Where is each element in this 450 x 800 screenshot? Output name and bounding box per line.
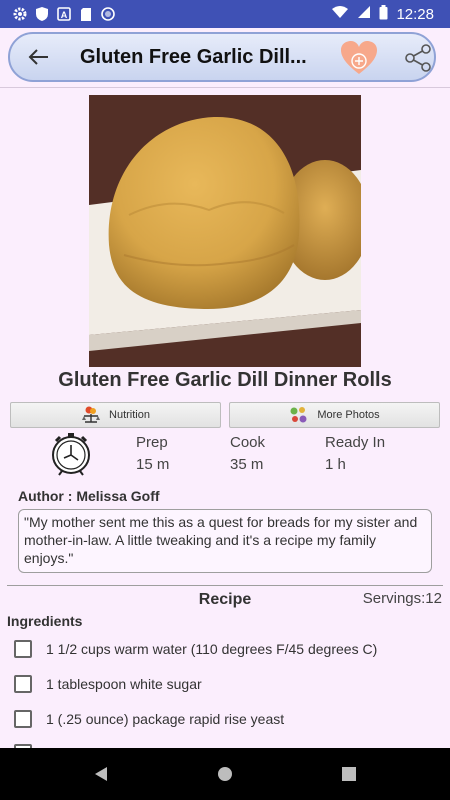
recipe-photo[interactable] bbox=[89, 95, 361, 367]
author-name: Author : Melissa Goff bbox=[18, 488, 160, 504]
ready-label: Ready In bbox=[325, 434, 386, 451]
more-photos-label: More Photos bbox=[317, 409, 380, 421]
prep-time: Prep 15 m bbox=[136, 434, 169, 478]
ingredient-checkbox[interactable] bbox=[14, 710, 32, 728]
app-toolbar: Gluten Free Garlic Dill... bbox=[8, 32, 436, 82]
status-time: 12:28 bbox=[396, 5, 434, 23]
cook-label: Cook bbox=[230, 434, 266, 451]
ingredient-item[interactable]: 1 (.25 ounce) package rapid rise yeast bbox=[14, 710, 284, 728]
share-icon bbox=[405, 44, 431, 72]
recipe-title: Gluten Free Garlic Dill Dinner Rolls bbox=[58, 369, 392, 391]
svg-text:A: A bbox=[61, 10, 68, 20]
signal-icon bbox=[357, 5, 371, 23]
stopwatch-icon bbox=[52, 433, 90, 476]
system-nav-bar bbox=[0, 748, 450, 800]
sd-card-icon bbox=[78, 6, 94, 22]
nav-back-button[interactable] bbox=[39, 748, 163, 800]
ingredients-heading: Ingredients bbox=[7, 613, 83, 629]
nav-home-button[interactable] bbox=[163, 748, 287, 800]
shield-icon bbox=[34, 6, 50, 22]
wifi-icon bbox=[331, 5, 349, 23]
food-photos-icon bbox=[290, 407, 307, 423]
circle-icon bbox=[100, 6, 116, 22]
ingredient-text: 1 (.25 ounce) package rapid rise yeast bbox=[46, 711, 285, 727]
status-bar: A 12:28 bbox=[0, 0, 450, 28]
ingredient-text: 1 1/2 cups warm water (110 degrees F/45 … bbox=[46, 641, 378, 657]
nutrition-label: Nutrition bbox=[109, 409, 150, 421]
ingredient-item[interactable]: 1 tablespoon white sugar bbox=[14, 675, 202, 693]
back-button[interactable] bbox=[16, 35, 60, 79]
section-divider bbox=[7, 585, 443, 586]
recents-square-icon bbox=[342, 767, 356, 781]
ready-time: Ready In 1 h bbox=[325, 434, 385, 478]
heart-plus-icon bbox=[341, 41, 377, 74]
nutrition-button[interactable]: Nutrition bbox=[10, 402, 221, 428]
back-triangle-icon bbox=[95, 767, 107, 781]
favorite-button[interactable] bbox=[338, 38, 380, 78]
share-button[interactable] bbox=[400, 40, 436, 76]
ingredient-checkbox[interactable] bbox=[14, 675, 32, 693]
a-box-icon: A bbox=[56, 6, 72, 22]
recipe-description: "My mother sent me this as a quest for b… bbox=[18, 509, 432, 573]
toolbar-title: Gluten Free Garlic Dill... bbox=[80, 45, 307, 68]
arrow-left-icon bbox=[28, 49, 48, 65]
prep-label: Prep bbox=[136, 434, 168, 451]
ingredient-checkbox[interactable] bbox=[14, 640, 32, 658]
nutrition-scale-icon bbox=[82, 406, 101, 423]
cook-time: Cook 35 m bbox=[230, 434, 265, 478]
ready-value: 1 h bbox=[325, 456, 346, 473]
ingredient-item[interactable]: 1 1/2 cups warm water (110 degrees F/45 … bbox=[14, 640, 377, 658]
toolbar-divider bbox=[0, 87, 450, 88]
battery-icon bbox=[379, 4, 388, 24]
more-photos-button[interactable]: More Photos bbox=[229, 402, 440, 428]
home-circle-icon bbox=[218, 767, 232, 781]
cook-value: 35 m bbox=[230, 456, 264, 473]
prep-value: 15 m bbox=[136, 456, 170, 473]
nav-recents-button[interactable] bbox=[287, 748, 411, 800]
servings-count[interactable]: Servings:12 bbox=[363, 590, 442, 607]
gear-icon bbox=[12, 6, 28, 22]
ingredient-text: 1 tablespoon white sugar bbox=[46, 676, 202, 692]
